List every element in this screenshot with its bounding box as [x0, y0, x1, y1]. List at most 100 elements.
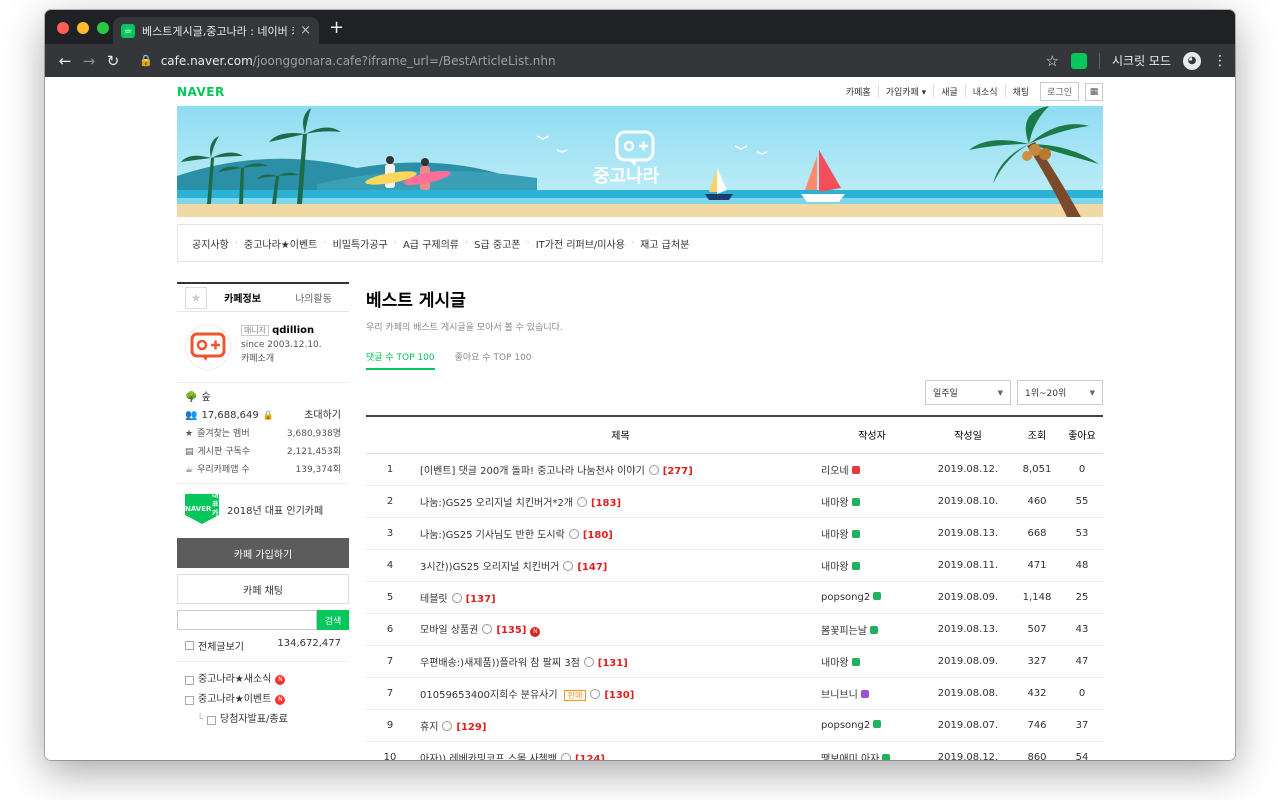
post-title[interactable]: 아자)) 레베카밍코프 스몰 사첼백 [420, 754, 557, 761]
cafe-intro-link[interactable]: 카페소개 [241, 352, 322, 366]
table-row[interactable]: 2 나눔:)GS25 오리지널 치킨버거*2개 [183] 내마왕 2019.08.10… [366, 485, 1103, 518]
menu-item-notice[interactable]: 공지사항 [192, 236, 229, 251]
comment-count[interactable]: [124] [575, 754, 605, 761]
menu-item-secret-deal[interactable]: 비밀특가공구 [333, 236, 388, 251]
incognito-label[interactable]: 시크릿 모드 [1112, 52, 1171, 69]
table-row[interactable]: 10 아자)) 레베카밍코프 스몰 사첼백 [124] 땡보애미 아자 2019.08.… [366, 741, 1103, 760]
forward-arrow-icon[interactable]: → [77, 52, 101, 70]
table-row[interactable]: 6 모바일 상품권 [135] N 봄꽃피는날 2019.08.13. 507 43 [366, 613, 1103, 646]
author-name[interactable]: 봄꽃피는날 [821, 626, 867, 637]
table-row[interactable]: 1 [이벤트] 댓글 200개 돌파! 중고나라 나눔천사 이야기 [277] 리오네… [366, 453, 1103, 486]
menu-item-used-phones[interactable]: S급 중고폰 [474, 236, 520, 251]
close-window-button[interactable] [57, 22, 69, 34]
gnb-my-news[interactable]: 내소식 [964, 85, 1005, 98]
comment-count[interactable]: [277] [663, 466, 693, 477]
comment-count[interactable]: [180] [583, 530, 613, 541]
board-item[interactable]: 중고나라★새소식 N [185, 670, 341, 690]
post-title[interactable]: [이벤트] 댓글 200개 돌파! 중고나라 나눔천사 이야기 [420, 466, 645, 477]
post-title-cell[interactable]: 테블릿 [137] [414, 581, 821, 614]
back-arrow-icon[interactable]: ← [53, 52, 77, 70]
author-cell[interactable]: 리오네 [821, 453, 923, 486]
gnb-new-posts[interactable]: 새글 [933, 85, 965, 98]
table-row[interactable]: 7 우편배송:)새제품))플라워 참 팔찌 3점 [131] 내마왕 2019.08.0… [366, 645, 1103, 678]
table-row[interactable]: 3 나눔:)GS25 기사님도 반한 도시락 [180] 내마왕 2019.08.13.… [366, 517, 1103, 550]
board-item[interactable]: 중고나라★이벤트 N [185, 690, 341, 710]
table-row[interactable]: 4 3시간))GS25 오리지널 치킨버거 [147] 내마왕 2019.08.11. 4… [366, 549, 1103, 582]
menu-kebab-icon[interactable]: ⋮ [1213, 53, 1227, 69]
gnb-cafe-home[interactable]: 카페홈 [839, 85, 878, 98]
author-name[interactable]: popsong2 [821, 720, 870, 731]
minimize-window-button[interactable] [77, 22, 89, 34]
post-title-cell[interactable]: 나눔:)GS25 오리지널 치킨버거*2개 [183] [414, 485, 821, 518]
comment-count[interactable]: [147] [577, 562, 607, 573]
comment-count[interactable]: [137] [466, 594, 496, 605]
author-cell[interactable]: 브니브니 [821, 677, 923, 710]
range-select[interactable]: 1위~20위 ▼ [1017, 380, 1103, 405]
post-title[interactable]: 01059653400지희수 분유사기 [420, 690, 558, 701]
author-cell[interactable]: 봄꽃피는날 [821, 613, 923, 646]
extension-icon[interactable] [1070, 52, 1087, 69]
sidebar-search-input[interactable] [177, 610, 317, 630]
post-title[interactable]: 테블릿 [420, 594, 448, 605]
post-title[interactable]: 우편배송:)새제품))플라워 참 팔찌 3점 [420, 658, 580, 669]
tab-likes-top[interactable]: 좋아요 수 TOP 100 [455, 350, 532, 370]
author-cell[interactable]: 내마왕 [821, 645, 923, 678]
bookmark-star-icon[interactable]: ☆ [1046, 52, 1059, 70]
tab-cafe-info[interactable]: 카페정보 [207, 290, 278, 305]
naver-logo[interactable]: NAVER [177, 85, 225, 99]
apps-grid-icon[interactable]: ▦ [1085, 82, 1103, 101]
post-title-cell[interactable]: 3시간))GS25 오리지널 치킨버거 [147] [414, 549, 821, 582]
author-cell[interactable]: 땡보애미 아자 [821, 741, 923, 760]
post-title-cell[interactable]: [이벤트] 댓글 200개 돌파! 중고나라 나눔천사 이야기 [277] [414, 453, 821, 486]
all-posts-link[interactable]: 전체글보기 134,672,477 [177, 630, 349, 662]
table-row[interactable]: 5 테블릿 [137] popsong2 2019.08.09. 1,148 25 [366, 581, 1103, 614]
member-count[interactable]: 17,688,649 [201, 407, 258, 425]
tab-close-icon[interactable]: × [300, 23, 311, 38]
period-select[interactable]: 일주일 ▼ [925, 380, 1011, 405]
author-name[interactable]: 땡보애미 아자 [821, 754, 879, 761]
favorite-star-icon[interactable]: ★ [185, 286, 207, 309]
reload-icon[interactable]: ↻ [101, 52, 125, 70]
menu-item-event[interactable]: 중고나라★이벤트 [244, 236, 317, 251]
post-title[interactable]: 나눔:)GS25 기사님도 반한 도시락 [420, 530, 565, 541]
post-title[interactable]: 모바일 상품권 [420, 625, 478, 636]
browser-tab[interactable]: ☕ 베스트게시글,중고나라 : 네이버 카페 × [113, 17, 319, 44]
table-row[interactable]: 9 휴지 [129] popsong2 2019.08.07. 746 37 [366, 709, 1103, 742]
post-title-cell[interactable]: 01059653400지희수 분유사기 판매 [130] [414, 677, 821, 710]
post-title[interactable]: 나눔:)GS25 오리지널 치킨버거*2개 [420, 498, 573, 509]
comment-count[interactable]: [183] [591, 498, 621, 509]
sidebar-search-button[interactable]: 검색 [317, 610, 349, 630]
author-cell[interactable]: 내마왕 [821, 517, 923, 550]
author-cell[interactable]: popsong2 [821, 709, 923, 742]
cafe-banner[interactable]: 중고나라 [177, 106, 1103, 217]
table-row[interactable]: 7 01059653400지희수 분유사기 판매 [130] 브니브니 2019.08.0… [366, 677, 1103, 710]
incognito-icon[interactable]: ◕ [1183, 51, 1201, 70]
author-cell[interactable]: 내마왕 [821, 549, 923, 582]
author-name[interactable]: 내마왕 [821, 530, 849, 541]
comment-count[interactable]: [135] [496, 625, 526, 636]
menu-item-clearance[interactable]: 재고 급처분 [640, 236, 689, 251]
post-title-cell[interactable]: 나눔:)GS25 기사님도 반한 도시락 [180] [414, 517, 821, 550]
new-tab-button[interactable]: + [329, 17, 344, 38]
author-cell[interactable]: popsong2 [821, 581, 923, 614]
post-title[interactable]: 휴지 [420, 722, 438, 733]
author-name[interactable]: popsong2 [821, 592, 870, 603]
comment-count[interactable]: [131] [598, 658, 628, 669]
tab-my-activity[interactable]: 나의활동 [278, 290, 349, 305]
maximize-window-button[interactable] [97, 22, 109, 34]
post-title-cell[interactable]: 모바일 상품권 [135] N [414, 613, 821, 646]
tab-comments-top[interactable]: 댓글 수 TOP 100 [366, 350, 435, 370]
post-title-cell[interactable]: 휴지 [129] [414, 709, 821, 742]
comment-count[interactable]: [129] [456, 722, 486, 733]
menu-item-used-clothes[interactable]: A급 구제의류 [403, 236, 459, 251]
invite-link[interactable]: 초대하기 [304, 407, 341, 425]
author-name[interactable]: 브니브니 [821, 690, 858, 701]
gnb-chat[interactable]: 채팅 [1004, 85, 1037, 98]
post-title[interactable]: 3시간))GS25 오리지널 치킨버거 [420, 562, 559, 573]
cafe-chat-button[interactable]: 카페 채팅 [177, 574, 349, 604]
comment-count[interactable]: [130] [604, 690, 634, 701]
author-name[interactable]: 리오네 [821, 466, 849, 477]
menu-item-it-refurb[interactable]: IT가전 리퍼브/미사용 [536, 236, 625, 251]
join-cafe-button[interactable]: 카페 가입하기 [177, 538, 349, 568]
author-name[interactable]: 내마왕 [821, 562, 849, 573]
